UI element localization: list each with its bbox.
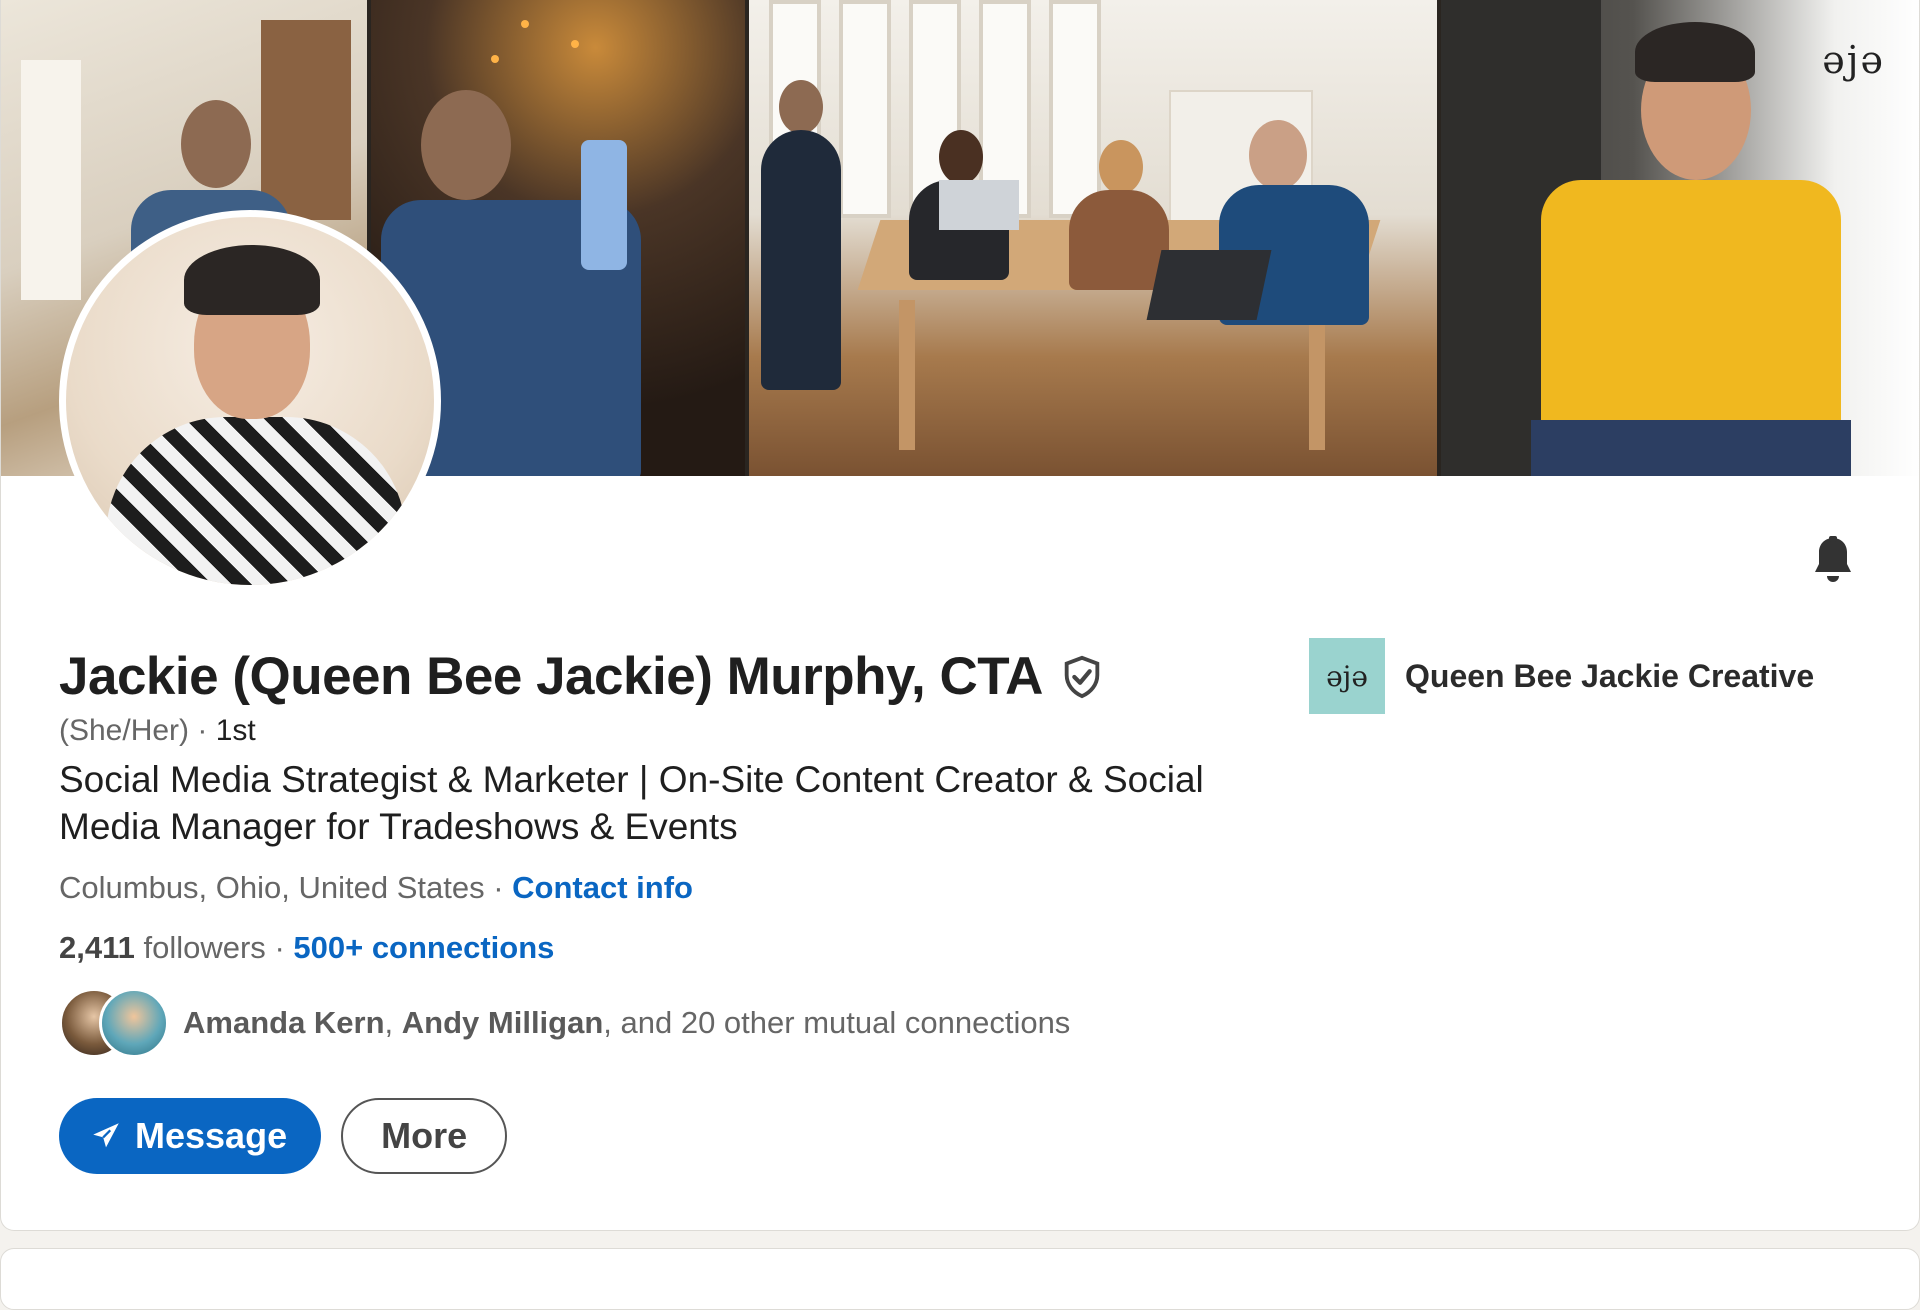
profile-name: Jackie (Queen Bee Jackie) Murphy, CTA — [59, 647, 1043, 706]
network-stats: 2,411 followers · 500+ connections — [59, 930, 554, 966]
pronouns-degree: (She/Her) · 1st — [59, 714, 256, 748]
name-row: Jackie (Queen Bee Jackie) Murphy, CTA — [59, 646, 1105, 707]
mutual-avatars — [59, 988, 169, 1058]
banner-photo-meeting — [749, 0, 1437, 476]
company-name: Queen Bee Jackie Creative — [1405, 657, 1815, 694]
company-logo: ǝjǝ — [1309, 638, 1385, 714]
avatar — [99, 988, 169, 1058]
pronouns: (She/Her) — [59, 714, 190, 747]
mutual-connections-text: Amanda Kern, Andy Milligan, and 20 other… — [183, 1005, 1071, 1040]
banner-bee-logo-icon: ǝjǝ — [1822, 38, 1885, 82]
current-company[interactable]: ǝjǝ Queen Bee Jackie Creative — [1309, 638, 1814, 714]
location-row: Columbus, Ohio, United States · Contact … — [59, 870, 693, 906]
bell-icon — [1815, 536, 1851, 582]
contact-info-link[interactable]: Contact info — [512, 870, 693, 905]
followers-label: followers — [134, 930, 266, 965]
profile-photo[interactable] — [59, 210, 441, 592]
paper-plane-icon — [93, 1123, 119, 1148]
notification-bell-button[interactable] — [1807, 532, 1859, 588]
profile-headline: Social Media Strategist & Marketer | On-… — [59, 759, 1204, 847]
next-section-card — [0, 1248, 1920, 1310]
mutual-name-2: Andy Milligan — [401, 1005, 604, 1040]
separator: · — [484, 870, 513, 905]
banner-photo-portrait: ǝjǝ — [1441, 0, 1919, 476]
separator: · — [274, 930, 294, 965]
message-button[interactable]: Message — [59, 1098, 322, 1174]
connections-link[interactable]: 500+ connections — [293, 930, 554, 965]
message-label: Message — [135, 1115, 288, 1156]
followers-count: 2,411 — [59, 930, 135, 965]
location: Columbus, Ohio, United States — [59, 870, 485, 905]
profile-actions: Message More — [59, 1098, 508, 1174]
separator: · — [189, 714, 216, 747]
shield-check-icon[interactable] — [1059, 654, 1105, 700]
more-button[interactable]: More — [341, 1098, 508, 1174]
mutual-rest: , and 20 other mutual connections — [603, 1005, 1071, 1040]
mutual-name-1: Amanda Kern — [183, 1005, 385, 1040]
connection-degree: 1st — [215, 714, 256, 747]
mutual-connections[interactable]: Amanda Kern, Andy Milligan, and 20 other… — [59, 988, 1070, 1058]
profile-card: ǝjǝ Jackie (Queen Bee Jackie) Murphy, CT… — [0, 0, 1920, 1231]
